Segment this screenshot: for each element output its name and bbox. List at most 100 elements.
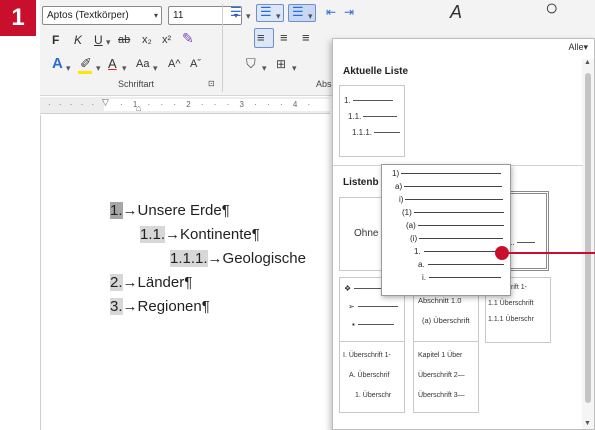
current-list-thumbnail[interactable]: 1. 1.1. 1.1.1. — [339, 85, 405, 157]
level-label: Abschnitt 1.0 — [418, 296, 462, 305]
level-rule — [516, 242, 535, 244]
list-text: Unsere Erde¶ — [137, 202, 230, 219]
numbering-icon[interactable]: ☰ — [260, 4, 272, 20]
align-right-icon[interactable]: ≡ — [302, 30, 310, 46]
level-rule — [352, 100, 393, 102]
level-rule — [363, 116, 398, 118]
list-style-kapitel[interactable]: Kapitel 1 Über Überschrift 2— Überschrif… — [413, 341, 479, 413]
group-label-paragraph: Abs — [316, 79, 332, 89]
grow-font-button[interactable]: A^ — [168, 56, 181, 72]
hanging-indent-icon[interactable]: ⌂ — [136, 103, 141, 113]
subscript-button[interactable]: x₂ — [142, 32, 152, 48]
chevron-down-icon[interactable]: ▾ — [308, 8, 313, 24]
gallery-filter-all[interactable]: Alle▾ — [568, 42, 588, 53]
align-center-icon[interactable]: ≡ — [280, 30, 288, 46]
level-label: Kapitel 1 Über — [418, 352, 463, 359]
step-badge: 1 — [0, 0, 36, 36]
font-name-value: Aptos (Textkörper) — [47, 10, 129, 21]
level-label: 1.1. — [348, 112, 362, 121]
styles-icon[interactable]: A — [450, 3, 462, 21]
gallery-scrollbar[interactable]: ▲ ▼ — [582, 59, 594, 429]
superscript-button[interactable]: x² — [162, 32, 171, 48]
borders-icon[interactable]: ⊞ — [276, 56, 286, 72]
list-item-level3[interactable]: 1.1.1.→Geologische — [170, 250, 306, 267]
tab-arrow: → — [165, 226, 181, 243]
shrink-font-button[interactable]: Aˇ — [190, 56, 201, 72]
decrease-indent-icon[interactable]: ⇤ — [326, 4, 336, 20]
scrollbar-thumb[interactable] — [585, 73, 591, 403]
list-text: Kontinente¶ — [180, 226, 260, 243]
search-icon[interactable]: ○ — [545, 0, 558, 19]
level-rule — [427, 264, 504, 266]
level-label: 1.1.1. — [352, 128, 373, 137]
level-rule — [404, 186, 503, 188]
highlight-color-bar — [78, 71, 92, 74]
document-page[interactable]: 1.→Unsere Erde¶ 1.1.→Kontinente¶ 1.1.1.→… — [40, 115, 330, 430]
horizontal-ruler[interactable]: · · · · · ▽ · 1 · · · 2 · · · 3 · · · 4 … — [40, 97, 330, 114]
align-left-icon[interactable]: ≡ — [257, 30, 265, 46]
chevron-down-icon[interactable]: ▾ — [153, 60, 158, 76]
underline-button[interactable]: U — [94, 32, 103, 48]
scroll-up-icon[interactable]: ▲ — [584, 59, 591, 66]
list-text: Geologische — [222, 250, 306, 267]
shading-icon[interactable]: ⛉ — [246, 56, 256, 72]
level-label: Überschrift 3— — [418, 392, 465, 399]
chevron-down-icon[interactable]: ▾ — [262, 60, 267, 76]
text-effects-button[interactable]: A — [52, 56, 63, 72]
font-color-button[interactable]: A — [108, 56, 117, 72]
level-rule — [429, 277, 501, 279]
none-label: Ohne — [354, 228, 379, 239]
list-item-level1[interactable]: 2.→Länder¶ — [110, 274, 192, 291]
level-label: (a) — [406, 221, 416, 230]
font-name-combo[interactable]: Aptos (Textkörper) ▾ — [42, 6, 162, 25]
tab-arrow: → — [122, 202, 138, 219]
chevron-down-icon[interactable]: ▾ — [292, 60, 297, 76]
chevron-down-icon[interactable]: ▾ — [122, 60, 127, 76]
chevron-down-icon[interactable]: ▾ — [276, 8, 281, 24]
chevron-down-icon[interactable]: ▾ — [246, 8, 251, 24]
level-label: (a) Überschrift — [422, 316, 470, 325]
list-text: Länder¶ — [137, 274, 193, 291]
level-rule — [374, 132, 401, 134]
list-item-level2[interactable]: 1.1.→Kontinente¶ — [140, 226, 260, 243]
level-label: i. — [422, 273, 426, 282]
group-label-font: Schriftart — [118, 79, 155, 89]
chevron-down-icon[interactable]: ▾ — [154, 7, 158, 24]
level-rule — [357, 324, 394, 326]
callout-pointer-line — [502, 252, 595, 254]
clear-formatting-icon[interactable]: ✎ — [182, 30, 194, 46]
level-rule — [413, 212, 504, 214]
group-divider — [222, 4, 223, 92]
level-label: 1. Überschr — [355, 392, 392, 399]
level-label: 1. — [414, 247, 421, 256]
list-number: 1.1.1. — [170, 250, 208, 267]
list-item-level1[interactable]: 1.→Unsere Erde¶ — [110, 202, 230, 219]
italic-button[interactable]: K — [74, 32, 82, 48]
list-preview-flyout: 1) a) i) (1) (a) (i) 1. a. i. — [381, 164, 511, 296]
ruler-ticks: · 1 · · · 2 · · · 3 · · · 4 · — [120, 100, 315, 109]
level-label: (1) — [402, 208, 412, 217]
level-label: 1.1 Überschrift — [488, 300, 534, 307]
change-case-button[interactable]: Aa — [136, 56, 149, 72]
scroll-down-icon[interactable]: ▼ — [584, 420, 591, 427]
list-style-roman-headings[interactable]: I. Überschrift 1- A. Überschrif 1. Übers… — [339, 341, 405, 413]
increase-indent-icon[interactable]: ⇥ — [344, 4, 354, 20]
highlight-icon[interactable]: ✐ — [80, 55, 92, 71]
level-label: ❖ — [344, 284, 352, 293]
indent-marker-icon[interactable]: ▽ — [102, 97, 109, 108]
bullets-icon[interactable]: ☰ — [230, 4, 242, 20]
level-label: I. Überschrift 1- — [343, 352, 391, 359]
multilevel-list-icon[interactable]: ☰ — [292, 4, 304, 20]
bold-button[interactable]: F — [52, 32, 59, 48]
level-label: a) — [395, 182, 403, 191]
list-number: 3. — [110, 298, 123, 315]
dialog-launcher-icon[interactable]: ⊡ — [208, 79, 215, 88]
list-item-level1[interactable]: 3.→Regionen¶ — [110, 298, 210, 315]
strikethrough-button[interactable]: ab — [118, 32, 130, 48]
level-rule — [401, 173, 502, 175]
chevron-down-icon[interactable]: ▾ — [96, 60, 101, 76]
chevron-down-icon[interactable]: ▾ — [106, 34, 111, 50]
gallery-filter-label: Alle — [568, 42, 584, 52]
level-rule — [405, 199, 504, 201]
chevron-down-icon[interactable]: ▾ — [66, 60, 71, 76]
